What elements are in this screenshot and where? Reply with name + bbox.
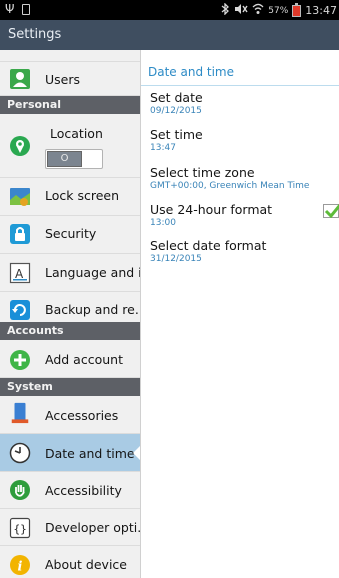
title-bar: Settings	[0, 20, 339, 50]
section-header-personal: Personal	[0, 96, 140, 114]
battery-icon	[292, 2, 302, 17]
clock: 13:47	[305, 4, 337, 17]
checkmark-icon	[324, 204, 339, 218]
accessibility-icon	[10, 480, 30, 500]
use-24-hour-checkbox[interactable]	[323, 204, 339, 218]
sidebar-item-partial[interactable]	[0, 50, 140, 62]
svg-text:{}: {}	[14, 523, 27, 536]
panel-title: Date and time	[148, 65, 234, 79]
selection-indicator	[133, 444, 140, 462]
sidebar-item-accessibility[interactable]: Accessibility	[0, 472, 140, 509]
pref-summary: 13:00	[150, 218, 176, 228]
sidebar-item-label: Users	[45, 72, 81, 87]
pref-summary: GMT+00:00, Greenwich Mean Time	[150, 181, 310, 191]
sidebar-item-developer-options[interactable]: {} Developer opti..	[0, 509, 141, 546]
sd-card-icon	[22, 3, 31, 15]
sidebar-item-accessories[interactable]: Accessories	[0, 396, 140, 434]
accessories-icon	[11, 402, 29, 424]
app-title: Settings	[8, 27, 62, 42]
section-header-accounts: Accounts	[0, 322, 140, 340]
sidebar-item-location[interactable]: Location O	[0, 114, 140, 178]
sidebar-item-label: Backup and re..	[45, 302, 141, 317]
pref-title: Select time zone	[150, 165, 255, 180]
use-24-hour-format-item[interactable]: Use 24-hour format 13:00	[141, 196, 339, 233]
lock-screen-icon	[10, 188, 30, 206]
sidebar-item-add-account[interactable]: Add account	[0, 340, 140, 378]
lock-icon	[10, 224, 30, 244]
toggle-state-label: O	[60, 153, 69, 164]
pref-summary: 09/12/2015	[150, 106, 202, 116]
set-date-item[interactable]: Set date 09/12/2015	[141, 86, 339, 122]
sidebar-item-users[interactable]: Users	[0, 62, 140, 96]
date-time-panel: Date and time Set date 09/12/2015 Set ti…	[141, 50, 339, 578]
wifi-icon	[252, 3, 264, 18]
sidebar-item-label: Language and i..	[45, 265, 141, 280]
sidebar-item-label: Add account	[45, 352, 123, 367]
users-icon	[10, 69, 30, 89]
sidebar-item-label: Security	[45, 226, 97, 241]
pref-title: Set date	[150, 90, 203, 105]
sidebar-item-label: Date and time	[45, 446, 135, 461]
pref-title: Select date format	[150, 238, 267, 253]
bluetooth-icon	[221, 2, 230, 18]
sidebar-item-security[interactable]: Security	[0, 216, 140, 254]
svg-text:i: i	[18, 560, 23, 575]
sidebar-item-label: Lock screen	[45, 188, 120, 203]
language-icon: A	[9, 262, 31, 284]
panel-header: Date and time	[141, 50, 339, 86]
sidebar-item-label: Accessories	[45, 408, 119, 423]
clock-icon	[9, 442, 31, 464]
mute-icon	[234, 3, 248, 18]
sidebar-item-label: About device	[45, 557, 127, 572]
sidebar-item-about-device[interactable]: i About device	[0, 546, 140, 578]
location-toggle-knob[interactable]: O	[47, 151, 82, 167]
section-header-system: System	[0, 378, 140, 396]
add-icon	[10, 350, 30, 370]
location-toggle[interactable]: O	[45, 149, 103, 169]
sidebar-item-label: Location	[50, 126, 103, 141]
svg-text:A: A	[15, 267, 24, 281]
sidebar-item-label: Developer opti..	[45, 520, 141, 535]
status-bar: Ψ 57% 13:47	[0, 0, 339, 20]
select-date-format-item[interactable]: Select date format 31/12/2015	[141, 233, 339, 269]
battery-percent: 57%	[268, 5, 289, 16]
pref-summary: 13:47	[150, 143, 176, 153]
pref-title: Set time	[150, 127, 203, 142]
pref-summary: 31/12/2015	[150, 254, 202, 264]
set-time-item[interactable]: Set time 13:47	[141, 122, 339, 160]
usb-icon: Ψ	[5, 2, 15, 16]
settings-sidebar[interactable]: Users Personal Location O Lock screen Se…	[0, 50, 141, 578]
backup-icon	[10, 300, 30, 320]
sidebar-item-lock-screen[interactable]: Lock screen	[0, 178, 140, 216]
pref-title: Use 24-hour format	[150, 202, 273, 217]
sidebar-item-date-and-time[interactable]: Date and time	[0, 434, 140, 472]
sidebar-item-language[interactable]: A Language and i..	[0, 254, 141, 292]
location-icon	[10, 136, 30, 156]
select-time-zone-item[interactable]: Select time zone GMT+00:00, Greenwich Me…	[141, 160, 339, 196]
developer-icon: {}	[9, 517, 31, 539]
sidebar-item-label: Accessibility	[45, 483, 122, 498]
info-icon: i	[10, 555, 30, 575]
